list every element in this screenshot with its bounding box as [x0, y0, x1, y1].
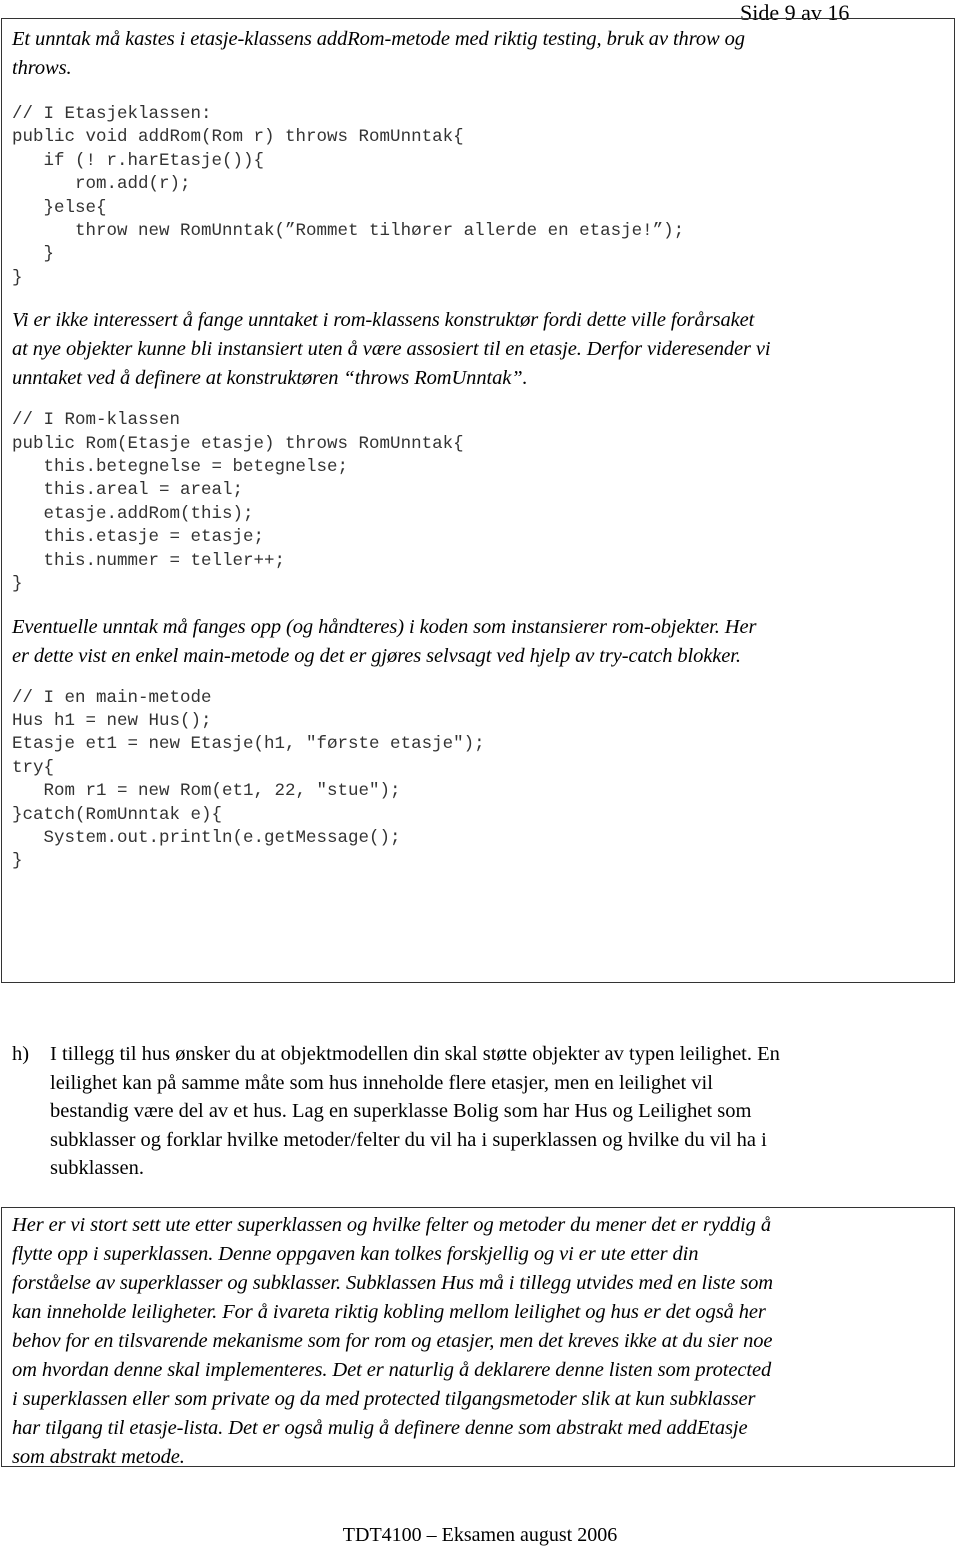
code-block-rom: // I Rom-klassen public Rom(Etasje etasj…	[12, 409, 954, 596]
text-line: I tillegg til hus ønsker du at objektmod…	[50, 1043, 780, 1065]
task-text: I tillegg til hus ønsker du at objektmod…	[50, 1040, 932, 1183]
text-line: Her er vi stort sett ute etter superklas…	[12, 1214, 771, 1236]
code-line: // I Etasjeklassen:	[12, 104, 212, 124]
text-line: om hvordan denne skal implementeres. Det…	[12, 1359, 772, 1381]
code-line: }	[12, 851, 23, 872]
text-line: er dette vist en enkel main-metode og de…	[12, 644, 741, 667]
explanation-paragraph: Vi er ikke interessert å fange unntaket …	[12, 306, 954, 393]
text-line: unntaket ved å definere at konstruktøren…	[12, 367, 528, 390]
task-label: h)	[12, 1043, 30, 1065]
code-line: rom.add(r);	[12, 174, 191, 195]
text-line: i superklassen eller som private og da m…	[12, 1388, 756, 1410]
code-line: Rom r1 = new Rom(et1, 22, "stue");	[12, 781, 401, 802]
intro-paragraph: Et unntak må kastes i etasje-klassens ad…	[12, 25, 954, 83]
code-line: }else{	[12, 197, 107, 218]
code-line: public void addRom(Rom r) throws RomUnnt…	[12, 127, 464, 148]
text-line: subklasser og forklar hvilke metoder/fel…	[50, 1128, 767, 1151]
text-line: Eventuelle unntak må fanges opp (og hånd…	[12, 615, 757, 638]
code-line: System.out.println(e.getMessage();	[12, 827, 401, 848]
code-line: }catch(RomUnntak e){	[12, 804, 223, 825]
text-line: at nye objekter kunne bli instansiert ut…	[12, 338, 771, 361]
text-line: har tilgang til etasje-lista. Det er ogs…	[12, 1417, 748, 1439]
code-line: this.betegnelse = betegnelse;	[12, 457, 349, 478]
text-line: throws.	[12, 57, 72, 79]
text-line: Et unntak må kastes i etasje-klassens ad…	[12, 28, 745, 50]
text-line: subklassen.	[50, 1157, 144, 1179]
code-line: Etasje et1 = new Etasje(h1, "første etas…	[12, 734, 485, 755]
code-line: }	[12, 267, 23, 288]
text-line: forståelse av superklasser og subklasser…	[12, 1272, 773, 1294]
answer-box-superclass: Her er vi stort sett ute etter superklas…	[1, 1207, 955, 1468]
code-line: // I Rom-klassen	[12, 410, 181, 431]
text-line: Vi er ikke interessert å fange unntaket …	[12, 309, 755, 332]
code-line: public Rom(Etasje etasje) throws RomUnnt…	[12, 433, 464, 454]
handling-paragraph: Eventuelle unntak må fanges opp (og hånd…	[12, 613, 954, 671]
code-line: this.nummer = teller++;	[12, 550, 286, 571]
task-h: h) I tillegg til hus ønsker du at objekt…	[12, 1040, 932, 1183]
code-line: Hus h1 = new Hus();	[12, 710, 212, 731]
code-line: this.etasje = etasje;	[12, 527, 265, 548]
code-line: this.areal = areal;	[12, 480, 244, 501]
code-block-etasje: // I Etasjeklassen: public void addRom(R…	[12, 103, 954, 290]
text-line: leilighet kan på samme måte som hus inne…	[50, 1071, 713, 1094]
text-line: som abstrakt metode.	[12, 1446, 185, 1468]
code-line: throw new RomUnntak(”Rommet tilhører all…	[12, 221, 685, 242]
page-footer: TDT4100 – Eksamen august 2006	[342, 1524, 618, 1546]
code-line: try{	[12, 757, 55, 778]
code-line: // I en main-metode	[12, 687, 212, 708]
text-line: kan inneholde leiligheter. For å ivareta…	[12, 1301, 766, 1323]
code-block-main: // I en main-metode Hus h1 = new Hus(); …	[12, 687, 954, 874]
text-line: bestandig være del av et hus. Lag en sup…	[50, 1100, 752, 1122]
code-line: etasje.addRom(this);	[12, 503, 254, 524]
text-line: behov for en tilsvarende mekanisme som f…	[12, 1330, 773, 1352]
code-line: }	[12, 574, 23, 595]
code-line: }	[12, 244, 55, 265]
code-line: if (! r.harEtasje()){	[12, 150, 265, 171]
text-line: flytte opp i superklassen. Denne oppgave…	[12, 1243, 699, 1265]
answer-box-exceptions: Et unntak må kastes i etasje-klassens ad…	[1, 18, 955, 983]
